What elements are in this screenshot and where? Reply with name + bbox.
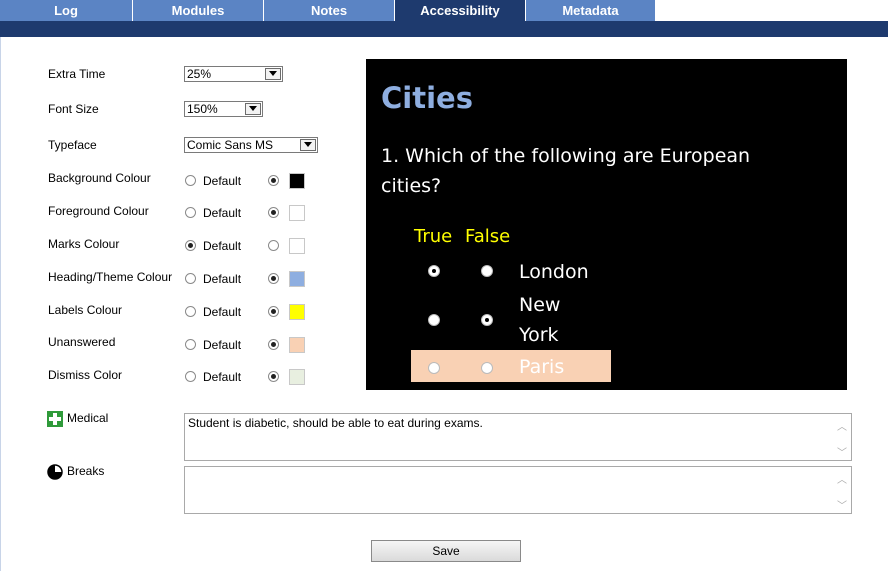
foreground-colour-label: Foreground Colour: [48, 204, 149, 218]
unanswered-label: Unanswered: [48, 335, 116, 349]
background-colour-swatch[interactable]: [289, 173, 305, 189]
preview-col-true: True: [414, 226, 453, 247]
marks-default-radio[interactable]: [185, 240, 196, 251]
medical-cross-icon: [47, 411, 63, 427]
dismiss-color-label: Dismiss Color: [48, 368, 123, 382]
medical-text: Student is diabetic, should be able to e…: [188, 416, 483, 430]
preview-question: 1. Which of the following are European c…: [381, 145, 751, 197]
preview-col-false: False: [465, 226, 511, 247]
unanswered-highlight: [411, 350, 611, 382]
heading-custom-radio[interactable]: [268, 273, 279, 284]
scroll-down-icon[interactable]: ﹀: [837, 497, 847, 512]
labels-default-radio[interactable]: [185, 306, 196, 317]
marks-colour-label: Marks Colour: [48, 237, 120, 251]
typeface-select[interactable]: Comic Sans MS: [184, 137, 318, 153]
left-border: [0, 37, 1, 571]
background-colour-label: Background Colour: [48, 171, 151, 185]
newyork-true-radio[interactable]: [428, 314, 440, 326]
typeface-value: Comic Sans MS: [187, 138, 274, 152]
default-label: Default: [203, 338, 242, 352]
extra-time-select[interactable]: 25%: [184, 66, 283, 82]
chevron-down-icon[interactable]: [245, 103, 261, 115]
dismiss-default-radio[interactable]: [185, 371, 196, 382]
default-label: Default: [203, 174, 242, 188]
chevron-down-icon[interactable]: [265, 68, 281, 80]
tab-notes[interactable]: Notes: [264, 0, 395, 21]
labels-custom-radio[interactable]: [268, 306, 279, 317]
breaks-textarea[interactable]: ︿ ﹀: [184, 466, 852, 514]
dismiss-custom-radio[interactable]: [268, 371, 279, 382]
chevron-down-icon[interactable]: [300, 139, 316, 151]
medical-label: Medical: [67, 411, 109, 425]
default-label: Default: [203, 239, 242, 253]
background-default-radio[interactable]: [185, 175, 196, 186]
default-label: Default: [203, 272, 242, 286]
paris-true-radio[interactable]: [428, 362, 440, 374]
tab-modules[interactable]: Modules: [133, 0, 264, 21]
default-label: Default: [203, 370, 242, 384]
newyork-false-radio[interactable]: [481, 314, 493, 326]
labels-colour-label: Labels Colour: [48, 303, 123, 317]
breaks-label: Breaks: [67, 464, 105, 478]
heading-theme-colour-label: Heading/Theme Colour: [48, 270, 173, 284]
labels-colour-swatch[interactable]: [289, 304, 305, 320]
unanswered-custom-radio[interactable]: [268, 339, 279, 350]
unanswered-colour-swatch[interactable]: [289, 337, 305, 353]
answer-new-york: New York: [519, 294, 561, 346]
tab-metadata[interactable]: Metadata: [526, 0, 656, 21]
scroll-down-icon[interactable]: ﹀: [837, 444, 847, 459]
marks-colour-swatch[interactable]: [289, 238, 305, 254]
marks-custom-radio[interactable]: [268, 240, 279, 251]
foreground-default-radio[interactable]: [185, 207, 196, 218]
extra-time-value: 25%: [187, 67, 212, 81]
london-true-radio[interactable]: [428, 265, 440, 277]
tab-underline-bar: [0, 21, 888, 37]
font-size-select[interactable]: 150%: [184, 101, 263, 117]
heading-colour-swatch[interactable]: [289, 271, 305, 287]
default-label: Default: [203, 206, 242, 220]
scroll-up-icon[interactable]: ︿: [837, 418, 847, 433]
font-size-label: Font Size: [48, 102, 99, 116]
typeface-label: Typeface: [48, 138, 97, 152]
scroll-up-icon[interactable]: ︿: [837, 471, 847, 486]
tab-log[interactable]: Log: [0, 0, 133, 21]
clock-icon: [47, 464, 63, 480]
default-label: Default: [203, 305, 242, 319]
paris-false-radio[interactable]: [481, 362, 493, 374]
dismiss-colour-swatch[interactable]: [289, 369, 305, 385]
foreground-colour-swatch[interactable]: [289, 205, 305, 221]
medical-textarea[interactable]: Student is diabetic, should be able to e…: [184, 413, 852, 461]
london-false-radio[interactable]: [481, 265, 493, 277]
answer-paris: Paris: [519, 356, 565, 378]
background-custom-radio[interactable]: [268, 175, 279, 186]
heading-default-radio[interactable]: [185, 273, 196, 284]
save-button[interactable]: Save: [371, 540, 521, 562]
font-size-value: 150%: [187, 102, 218, 116]
tab-accessibility[interactable]: Accessibility: [395, 0, 526, 21]
tab-bar: Log Modules Notes Accessibility Metadata: [0, 0, 888, 22]
unanswered-default-radio[interactable]: [185, 339, 196, 350]
preview-title: Cities: [381, 81, 473, 115]
answer-london: London: [519, 261, 589, 283]
extra-time-label: Extra Time: [48, 67, 106, 81]
preview-pane: Cities 1. Which of the following are Eur…: [366, 59, 847, 390]
foreground-custom-radio[interactable]: [268, 207, 279, 218]
